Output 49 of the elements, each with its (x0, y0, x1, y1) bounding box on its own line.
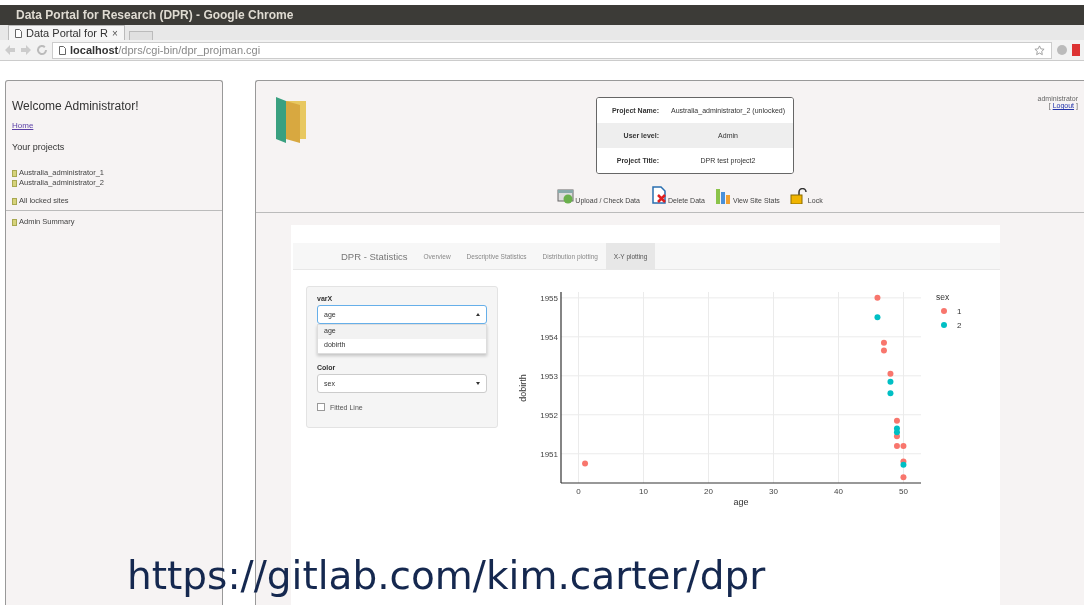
data-point (887, 390, 894, 397)
url-text: localhost/dprs/cgi-bin/dpr_projman.cgi (70, 44, 261, 56)
data-point (582, 460, 589, 467)
back-icon[interactable] (4, 44, 16, 56)
axis-tick-label: 50 (899, 487, 908, 496)
axis-tick-label: 1955 (540, 293, 558, 303)
axis-tick-label: 10 (639, 487, 648, 496)
delete-file-icon (649, 186, 668, 204)
axis-tick-label: 1953 (540, 371, 558, 381)
axis-tick-label: 30 (769, 487, 778, 496)
extension-icon[interactable] (1056, 44, 1068, 56)
book-icon (12, 197, 17, 205)
axis-tick-label: 20 (704, 487, 713, 496)
forward-icon[interactable] (20, 44, 32, 56)
window-title: Data Portal for Research (DPR) - Google Chrome (16, 8, 294, 22)
page-icon (15, 28, 22, 38)
welcome-heading: Welcome Administrator! (12, 99, 140, 113)
caret-icon (476, 382, 480, 385)
caret-icon (476, 313, 480, 316)
axis-tick-label: 0 (576, 487, 581, 496)
address-field[interactable]: localhost/dprs/cgi-bin/dpr_projman.cgi (52, 41, 1052, 59)
axis-tick-label: 40 (834, 487, 843, 496)
data-point (900, 474, 907, 481)
legend-label: 2 (957, 321, 962, 330)
page-icon (59, 45, 66, 55)
brand-title: DPR - Statistics (341, 249, 408, 264)
axis-tick-label: 1952 (540, 410, 558, 420)
legend-title: sex (936, 292, 950, 302)
x-axis-title: age (733, 497, 749, 507)
axis-tick-label: 1951 (540, 449, 558, 459)
caption-url: https://gitlab.com/kim.carter/dpr (127, 553, 766, 598)
reload-icon[interactable] (36, 44, 48, 56)
close-icon[interactable]: × (111, 27, 118, 39)
data-point (874, 314, 881, 321)
star-icon[interactable] (1034, 44, 1045, 56)
legend-label: 1 (957, 307, 962, 316)
bar-chart-icon (714, 186, 733, 204)
projects-heading: Your projects (12, 142, 66, 152)
padlock-icon (789, 188, 808, 204)
extension-icon[interactable] (1072, 44, 1080, 56)
new-tab-button[interactable] (128, 31, 153, 40)
upload-icon (557, 188, 576, 204)
y-axis-title: dobirth (518, 374, 528, 402)
axis-tick-label: 1954 (540, 332, 558, 342)
home-link[interactable]: Home (12, 121, 216, 130)
browser-tab[interactable]: Data Portal for R × (8, 25, 125, 40)
data-point (874, 294, 881, 301)
checkbox[interactable] (317, 403, 325, 411)
book-icon (12, 218, 17, 226)
